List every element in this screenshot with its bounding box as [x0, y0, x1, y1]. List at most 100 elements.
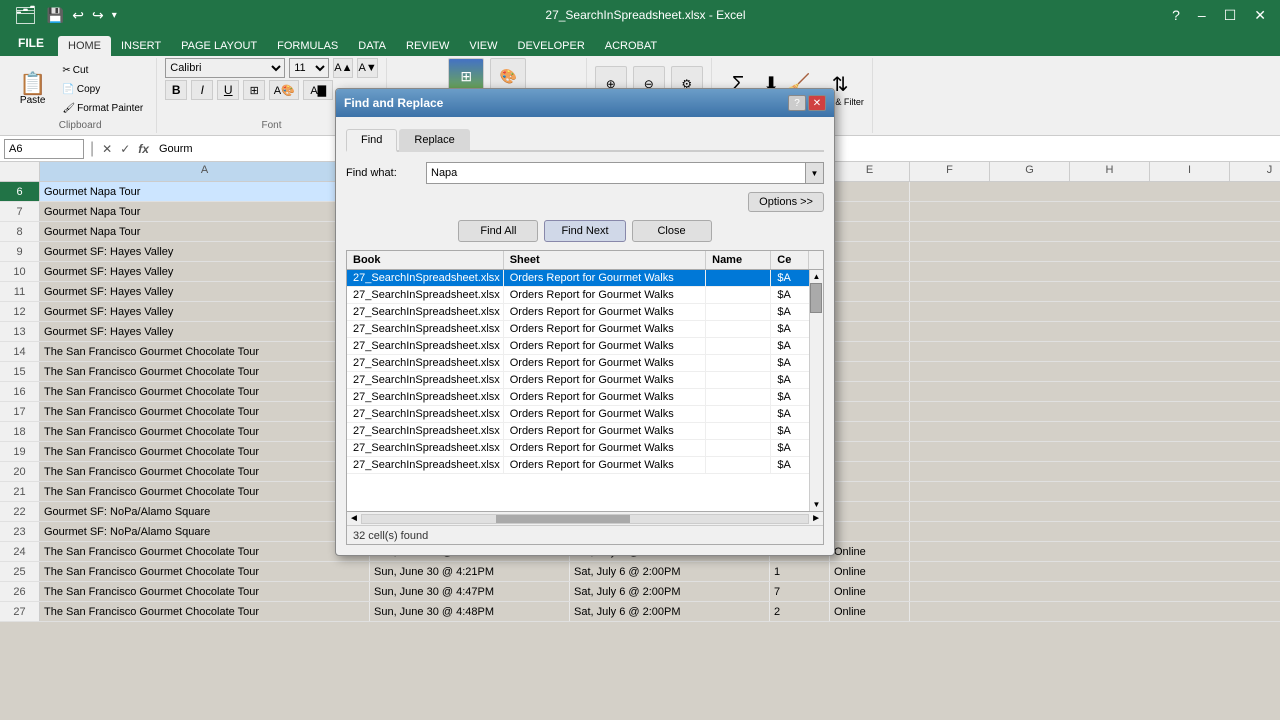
- result-sheet: Orders Report for Gourmet Walks: [504, 406, 706, 422]
- result-cell: $A: [771, 372, 809, 388]
- results-header: Book Sheet Name Ce: [347, 251, 823, 270]
- result-cell: $A: [771, 440, 809, 456]
- results-row[interactable]: 27_SearchInSpreadsheet.xlsxOrders Report…: [347, 355, 809, 372]
- result-book: 27_SearchInSpreadsheet.xlsx: [347, 389, 504, 405]
- h-scroll-track[interactable]: [361, 514, 809, 524]
- result-name: [706, 270, 771, 286]
- results-row[interactable]: 27_SearchInSpreadsheet.xlsxOrders Report…: [347, 270, 809, 287]
- result-sheet: Orders Report for Gourmet Walks: [504, 338, 706, 354]
- result-name: [706, 355, 771, 371]
- result-cell: $A: [771, 406, 809, 422]
- scroll-track[interactable]: [810, 283, 824, 498]
- result-cell: $A: [771, 457, 809, 473]
- find-replace-dialog: Find and Replace ? ✕ Find Replace Find w…: [335, 88, 835, 556]
- result-book: 27_SearchInSpreadsheet.xlsx: [347, 304, 504, 320]
- dialog-tabs: Find Replace: [346, 127, 824, 152]
- result-book: 27_SearchInSpreadsheet.xlsx: [347, 406, 504, 422]
- dialog-tab-replace[interactable]: Replace: [399, 129, 469, 152]
- result-book: 27_SearchInSpreadsheet.xlsx: [347, 440, 504, 456]
- results-row[interactable]: 27_SearchInSpreadsheet.xlsxOrders Report…: [347, 406, 809, 423]
- scroll-up-arrow[interactable]: ▲: [811, 270, 823, 283]
- h-scroll-thumb: [496, 515, 630, 523]
- result-sheet: Orders Report for Gourmet Walks: [504, 287, 706, 303]
- find-label: Find what:: [346, 167, 426, 179]
- scroll-down-arrow[interactable]: ▼: [811, 498, 823, 511]
- results-row[interactable]: 27_SearchInSpreadsheet.xlsxOrders Report…: [347, 372, 809, 389]
- dialog-controls: ? ✕: [788, 95, 826, 111]
- result-book: 27_SearchInSpreadsheet.xlsx: [347, 287, 504, 303]
- result-cell: $A: [771, 304, 809, 320]
- result-sheet: Orders Report for Gourmet Walks: [504, 321, 706, 337]
- find-input-wrapper: ▼: [426, 162, 824, 184]
- find-dropdown-btn[interactable]: ▼: [805, 163, 823, 183]
- result-name: [706, 372, 771, 388]
- result-book: 27_SearchInSpreadsheet.xlsx: [347, 338, 504, 354]
- results-row[interactable]: 27_SearchInSpreadsheet.xlsxOrders Report…: [347, 338, 809, 355]
- close-dialog-button[interactable]: Close: [632, 220, 712, 242]
- result-cell: $A: [771, 338, 809, 354]
- results-count: 32 cell(s) found: [353, 530, 428, 542]
- result-name: [706, 321, 771, 337]
- result-sheet: Orders Report for Gourmet Walks: [504, 440, 706, 456]
- result-name: [706, 457, 771, 473]
- result-name: [706, 287, 771, 303]
- dialog-close-btn[interactable]: ✕: [808, 95, 826, 111]
- dialog-help-btn[interactable]: ?: [788, 95, 806, 111]
- scroll-thumb[interactable]: [810, 283, 822, 313]
- results-row[interactable]: 27_SearchInSpreadsheet.xlsxOrders Report…: [347, 457, 809, 474]
- result-name: [706, 304, 771, 320]
- result-sheet: Orders Report for Gourmet Walks: [504, 355, 706, 371]
- results-col-cell[interactable]: Ce: [771, 251, 809, 269]
- dialog-titlebar: Find and Replace ? ✕: [336, 89, 834, 117]
- dialog-body: Find Replace Find what: ▼ Options >> Fin…: [336, 117, 834, 555]
- result-sheet: Orders Report for Gourmet Walks: [504, 270, 706, 286]
- result-book: 27_SearchInSpreadsheet.xlsx: [347, 372, 504, 388]
- results-horizontal-scrollbar[interactable]: ◄ ►: [347, 511, 823, 525]
- options-row: Options >>: [346, 192, 824, 212]
- result-sheet: Orders Report for Gourmet Walks: [504, 389, 706, 405]
- find-input[interactable]: [427, 163, 805, 183]
- result-sheet: Orders Report for Gourmet Walks: [504, 304, 706, 320]
- results-col-sheet[interactable]: Sheet: [504, 251, 706, 269]
- dialog-title: Find and Replace: [344, 96, 443, 110]
- results-col-name[interactable]: Name: [706, 251, 771, 269]
- result-cell: $A: [771, 423, 809, 439]
- result-sheet: Orders Report for Gourmet Walks: [504, 372, 706, 388]
- results-row[interactable]: 27_SearchInSpreadsheet.xlsxOrders Report…: [347, 423, 809, 440]
- h-scroll-right-arrow[interactable]: ►: [811, 513, 821, 524]
- result-book: 27_SearchInSpreadsheet.xlsx: [347, 423, 504, 439]
- results-row[interactable]: 27_SearchInSpreadsheet.xlsxOrders Report…: [347, 389, 809, 406]
- dialog-overlay: Find and Replace ? ✕ Find Replace Find w…: [0, 0, 1280, 720]
- result-book: 27_SearchInSpreadsheet.xlsx: [347, 457, 504, 473]
- result-name: [706, 423, 771, 439]
- results-body[interactable]: 27_SearchInSpreadsheet.xlsxOrders Report…: [347, 270, 809, 511]
- result-cell: $A: [771, 389, 809, 405]
- result-cell: $A: [771, 270, 809, 286]
- result-sheet: Orders Report for Gourmet Walks: [504, 423, 706, 439]
- options-button[interactable]: Options >>: [748, 192, 824, 212]
- find-all-button[interactable]: Find All: [458, 220, 538, 242]
- results-col-book[interactable]: Book: [347, 251, 504, 269]
- result-name: [706, 338, 771, 354]
- results-scrollbar[interactable]: ▲ ▼: [809, 270, 823, 511]
- results-row[interactable]: 27_SearchInSpreadsheet.xlsxOrders Report…: [347, 321, 809, 338]
- results-row[interactable]: 27_SearchInSpreadsheet.xlsxOrders Report…: [347, 287, 809, 304]
- find-row: Find what: ▼: [346, 162, 824, 184]
- result-cell: $A: [771, 321, 809, 337]
- result-book: 27_SearchInSpreadsheet.xlsx: [347, 270, 504, 286]
- result-name: [706, 389, 771, 405]
- result-cell: $A: [771, 287, 809, 303]
- result-book: 27_SearchInSpreadsheet.xlsx: [347, 355, 504, 371]
- result-sheet: Orders Report for Gourmet Walks: [504, 457, 706, 473]
- find-next-button[interactable]: Find Next: [544, 220, 625, 242]
- action-buttons: Find All Find Next Close: [346, 220, 824, 242]
- dialog-tab-find[interactable]: Find: [346, 129, 397, 152]
- results-row[interactable]: 27_SearchInSpreadsheet.xlsxOrders Report…: [347, 440, 809, 457]
- result-cell: $A: [771, 355, 809, 371]
- result-name: [706, 440, 771, 456]
- results-status-bar: 32 cell(s) found: [347, 525, 823, 544]
- result-name: [706, 406, 771, 422]
- results-main: 27_SearchInSpreadsheet.xlsxOrders Report…: [347, 270, 823, 511]
- h-scroll-left-arrow[interactable]: ◄: [349, 513, 359, 524]
- results-row[interactable]: 27_SearchInSpreadsheet.xlsxOrders Report…: [347, 304, 809, 321]
